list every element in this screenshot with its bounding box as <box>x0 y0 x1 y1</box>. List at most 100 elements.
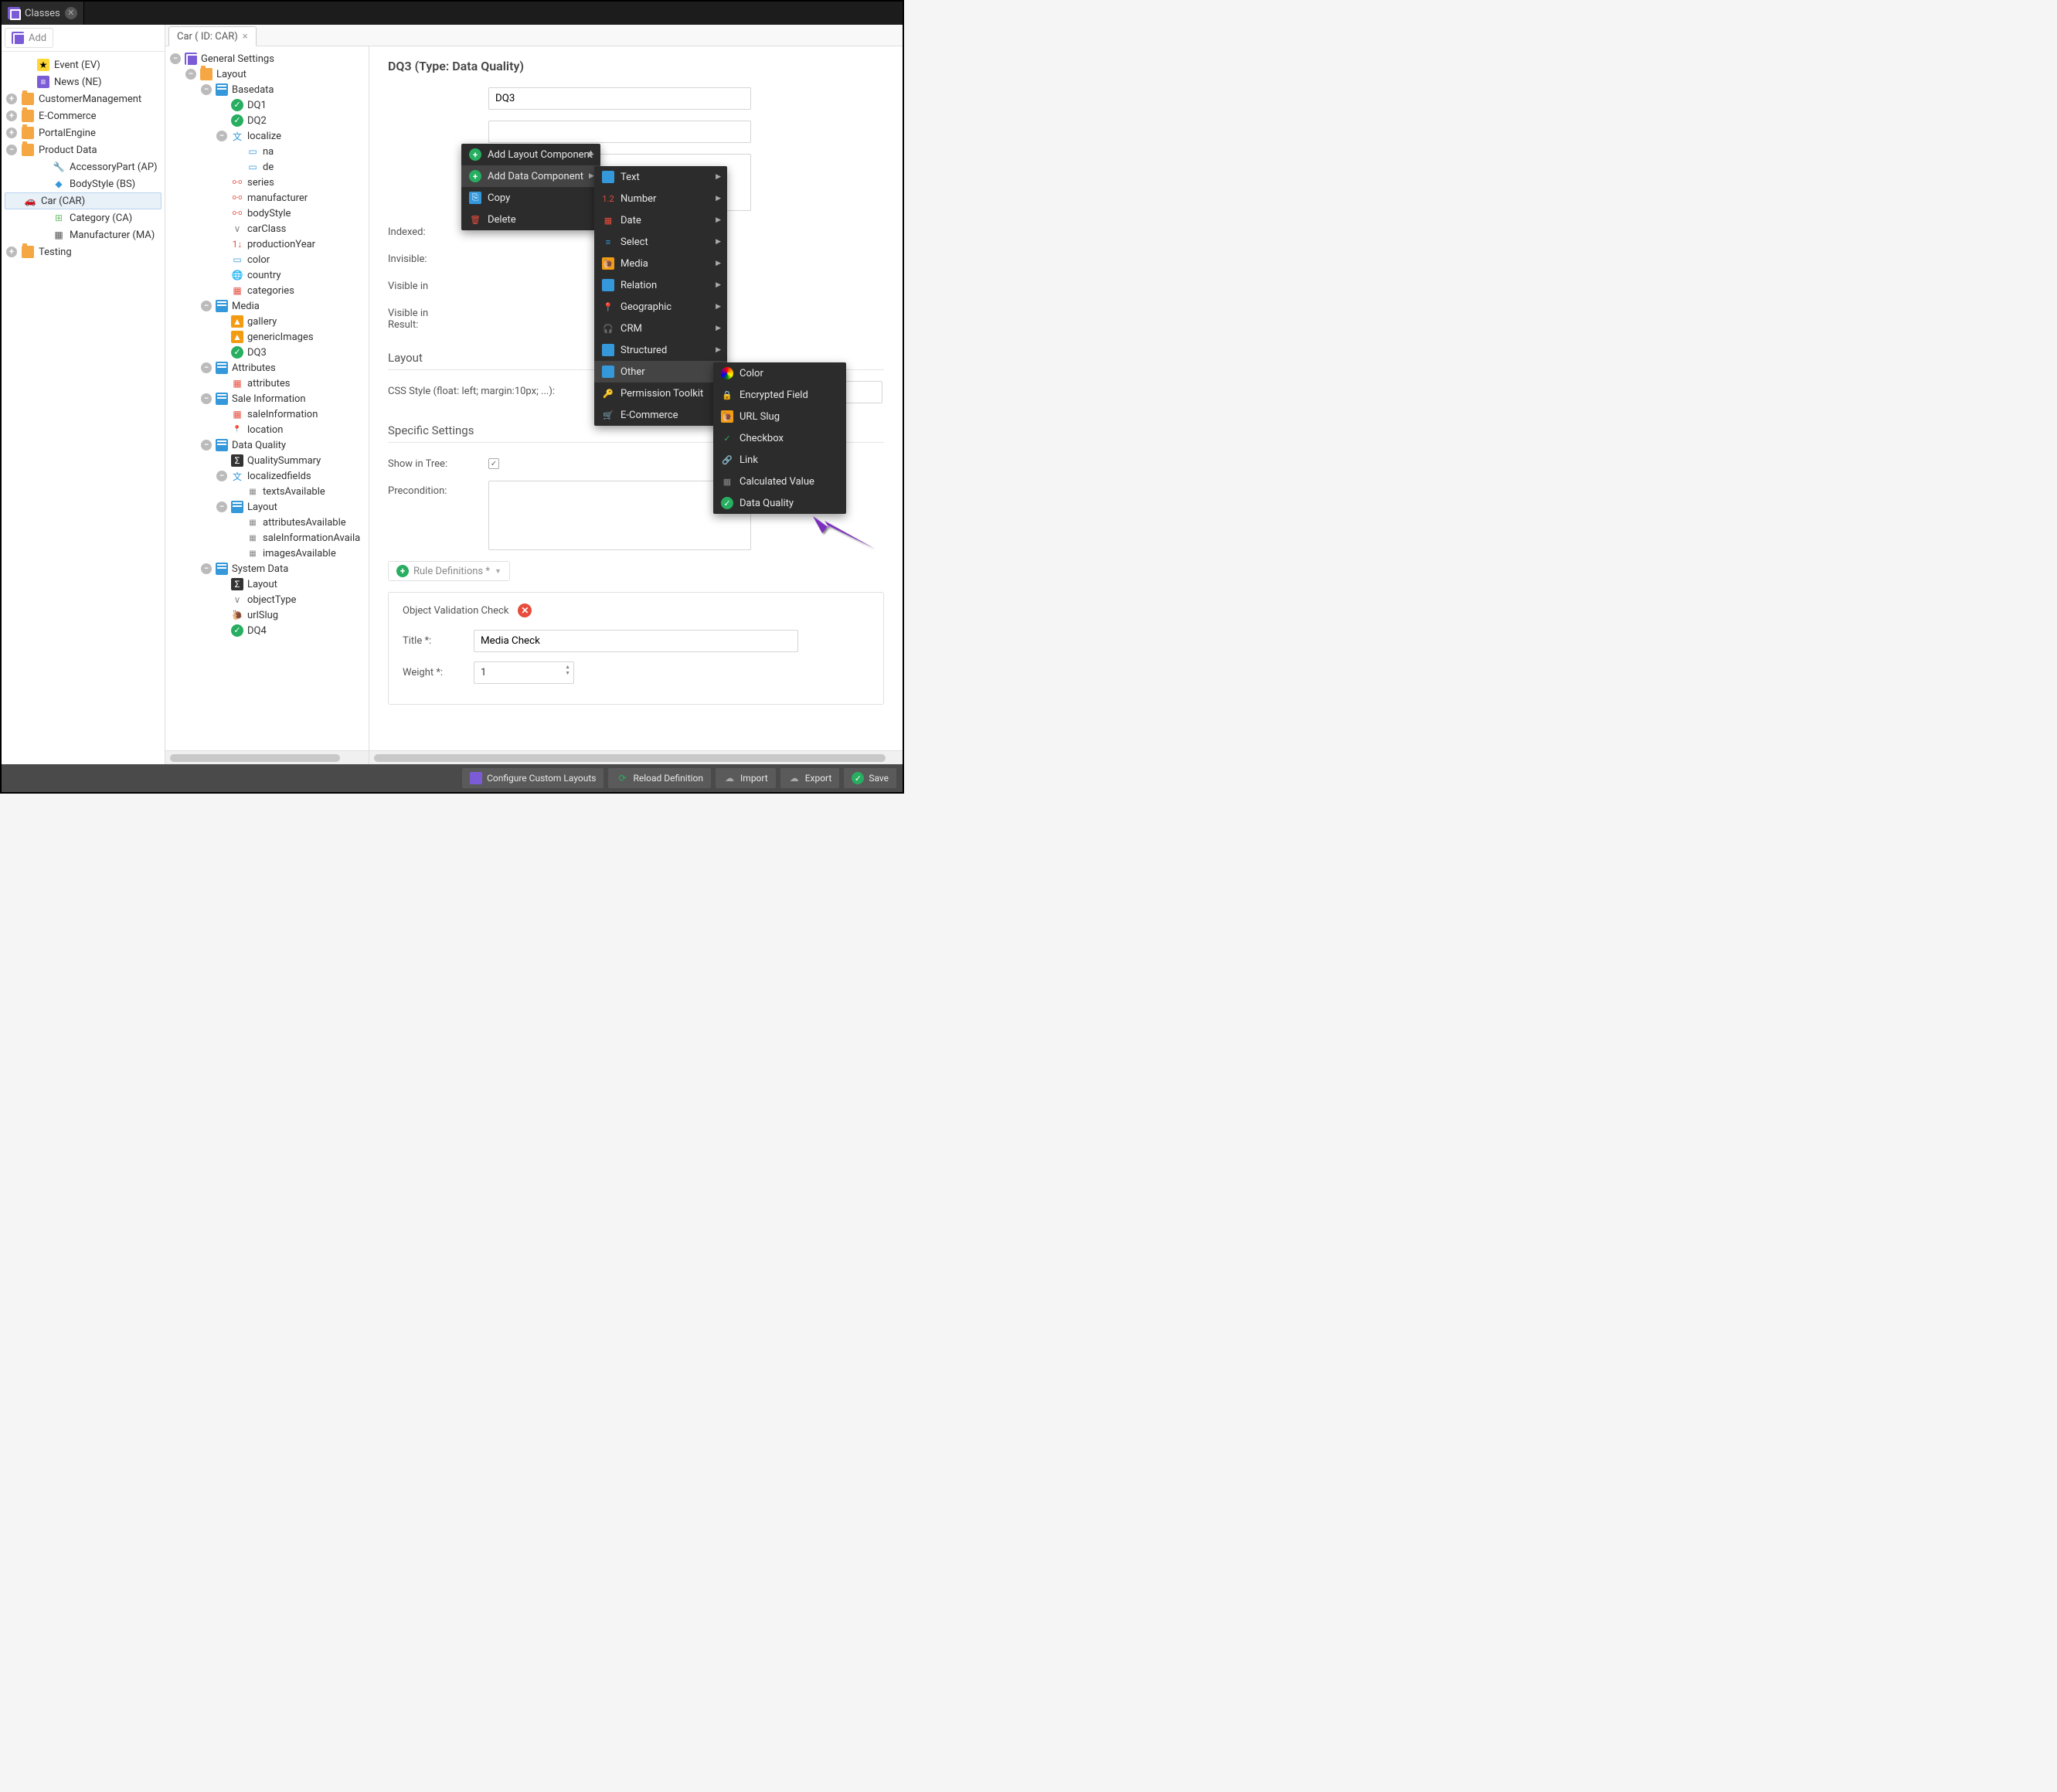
menu-item[interactable]: +Add Layout Component▶ <box>461 144 600 165</box>
struct-item[interactable]: ✓DQ3 <box>165 345 369 360</box>
struct-item[interactable]: −Media <box>165 298 369 314</box>
expand-icon[interactable]: + <box>6 247 17 257</box>
expand-icon[interactable]: − <box>201 563 212 574</box>
menu-item[interactable]: 🔗Link <box>713 449 846 471</box>
struct-item[interactable]: o-omanufacturer <box>165 190 369 206</box>
struct-item[interactable]: 1↓productionYear <box>165 236 369 252</box>
struct-item[interactable]: ▲gallery <box>165 314 369 329</box>
rule-weight-input[interactable]: 1 ▲▼ <box>474 661 574 684</box>
struct-item[interactable]: ▲genericImages <box>165 329 369 345</box>
struct-item[interactable]: ∨carClass <box>165 221 369 236</box>
struct-item[interactable]: 📍location <box>165 422 369 437</box>
menu-item[interactable]: +Add Data Component▶ <box>461 165 600 187</box>
struct-item[interactable]: −System Data <box>165 561 369 576</box>
menu-item[interactable]: 🛒E-Commerce▶ <box>594 404 727 426</box>
tree-item[interactable]: 🚗Car (CAR) <box>5 192 162 209</box>
expand-icon[interactable]: − <box>201 84 212 95</box>
menu-item[interactable]: 🗑Delete <box>461 209 600 230</box>
struct-item[interactable]: −文localizedfields <box>165 468 369 484</box>
expand-icon[interactable]: + <box>6 128 17 138</box>
expand-icon[interactable]: − <box>185 69 196 80</box>
struct-item[interactable]: ∨objectType <box>165 592 369 607</box>
menu-item[interactable]: 🎧CRM▶ <box>594 318 727 339</box>
top-tab-classes[interactable]: Classes ✕ <box>2 2 84 25</box>
expand-icon[interactable]: − <box>201 393 212 404</box>
expand-icon[interactable]: − <box>216 502 227 512</box>
struct-item[interactable]: ▦saleInformation <box>165 406 369 422</box>
struct-item[interactable]: −Layout <box>165 499 369 515</box>
struct-item[interactable]: ▦saleInformationAvaila <box>165 530 369 546</box>
struct-item[interactable]: ΣQualitySummary <box>165 453 369 468</box>
menu-item[interactable]: Text▶ <box>594 166 727 188</box>
struct-item[interactable]: ▦attributes <box>165 376 369 391</box>
tree-item[interactable]: 🔧AccessoryPart (AP) <box>2 158 165 175</box>
menu-item[interactable]: Structured▶ <box>594 339 727 361</box>
expand-icon[interactable]: − <box>201 362 212 373</box>
close-icon[interactable]: × <box>243 31 248 43</box>
struct-item[interactable]: ▭color <box>165 252 369 267</box>
tree-item[interactable]: ◆BodyStyle (BS) <box>2 175 165 192</box>
expand-icon[interactable]: + <box>6 111 17 121</box>
struct-item[interactable]: ✓DQ4 <box>165 623 369 638</box>
close-icon[interactable]: ✕ <box>65 7 77 19</box>
struct-item[interactable]: −Sale Information <box>165 391 369 406</box>
struct-item[interactable]: o-obodyStyle <box>165 206 369 221</box>
menu-item[interactable]: ✓Checkbox <box>713 427 846 449</box>
main-tab-car[interactable]: Car ( ID: CAR) × <box>168 26 257 46</box>
struct-item[interactable]: −General Settings <box>165 51 369 66</box>
struct-item[interactable]: −Layout <box>165 66 369 82</box>
precondition-textarea[interactable] <box>488 481 751 550</box>
export-button[interactable]: ☁Export <box>780 768 840 788</box>
menu-item[interactable]: Color <box>713 362 846 384</box>
configure-custom-layouts-button[interactable]: Configure Custom Layouts <box>462 768 604 788</box>
tree-item[interactable]: ≡News (NE) <box>2 73 165 90</box>
menu-item[interactable]: 🔒Encrypted Field <box>713 384 846 406</box>
tree-item[interactable]: +PortalEngine <box>2 124 165 141</box>
menu-item[interactable]: Other▶ <box>594 361 727 383</box>
struct-item[interactable]: −Attributes <box>165 360 369 376</box>
menu-item[interactable]: 🔑Permission Toolkit▶ <box>594 383 727 404</box>
struct-item[interactable]: −Data Quality <box>165 437 369 453</box>
import-button[interactable]: ☁Import <box>716 768 776 788</box>
rule-title-input[interactable] <box>474 630 798 652</box>
expand-icon[interactable]: − <box>216 471 227 481</box>
struct-item[interactable]: ▦attributesAvailable <box>165 515 369 530</box>
struct-item[interactable]: ▭de <box>165 159 369 175</box>
menu-item[interactable]: 🐌URL Slug <box>713 406 846 427</box>
show-in-tree-checkbox[interactable]: ✓ <box>488 458 499 469</box>
menu-item[interactable]: 🐌Media▶ <box>594 253 727 274</box>
menu-item[interactable]: 📍Geographic▶ <box>594 296 727 318</box>
menu-item[interactable]: ⎘Copy <box>461 187 600 209</box>
expand-icon[interactable]: − <box>216 131 227 141</box>
tree-item[interactable]: −Product Data <box>2 141 165 158</box>
detail-scrollbar[interactable] <box>369 750 903 764</box>
struct-item[interactable]: 🐌urlSlug <box>165 607 369 623</box>
struct-scrollbar[interactable] <box>165 750 369 764</box>
struct-item[interactable]: −文localize <box>165 128 369 144</box>
add-button[interactable]: Add <box>5 28 53 48</box>
reload-definition-button[interactable]: ⟳Reload Definition <box>608 768 711 788</box>
expand-icon[interactable]: − <box>201 440 212 451</box>
remove-rule-icon[interactable]: ✕ <box>518 604 532 617</box>
struct-item[interactable]: ▭na <box>165 144 369 159</box>
rule-definitions-button[interactable]: + Rule Definitions * ▼ <box>388 561 510 581</box>
tree-item[interactable]: ★Event (EV) <box>2 56 165 73</box>
menu-item[interactable]: ▦Date▶ <box>594 209 727 231</box>
expand-icon[interactable]: − <box>201 301 212 311</box>
menu-item[interactable]: ✓Data Quality <box>713 492 846 514</box>
expand-icon[interactable]: + <box>6 94 17 104</box>
struct-item[interactable]: 🌐country <box>165 267 369 283</box>
struct-item[interactable]: ▦imagesAvailable <box>165 546 369 561</box>
name-input[interactable] <box>488 87 751 110</box>
struct-item[interactable]: ▦textsAvailable <box>165 484 369 499</box>
tree-item[interactable]: +Testing <box>2 243 165 260</box>
spinner-down-icon[interactable]: ▼ <box>565 670 570 676</box>
struct-item[interactable]: ✓DQ1 <box>165 97 369 113</box>
expand-icon[interactable]: − <box>6 145 17 155</box>
save-button[interactable]: ✓Save <box>844 768 896 788</box>
struct-item[interactable]: ΣLayout <box>165 576 369 592</box>
struct-item[interactable]: −Basedata <box>165 82 369 97</box>
spinner-up-icon[interactable]: ▲ <box>565 664 570 670</box>
struct-item[interactable]: ✓DQ2 <box>165 113 369 128</box>
expand-icon[interactable]: − <box>170 53 181 64</box>
